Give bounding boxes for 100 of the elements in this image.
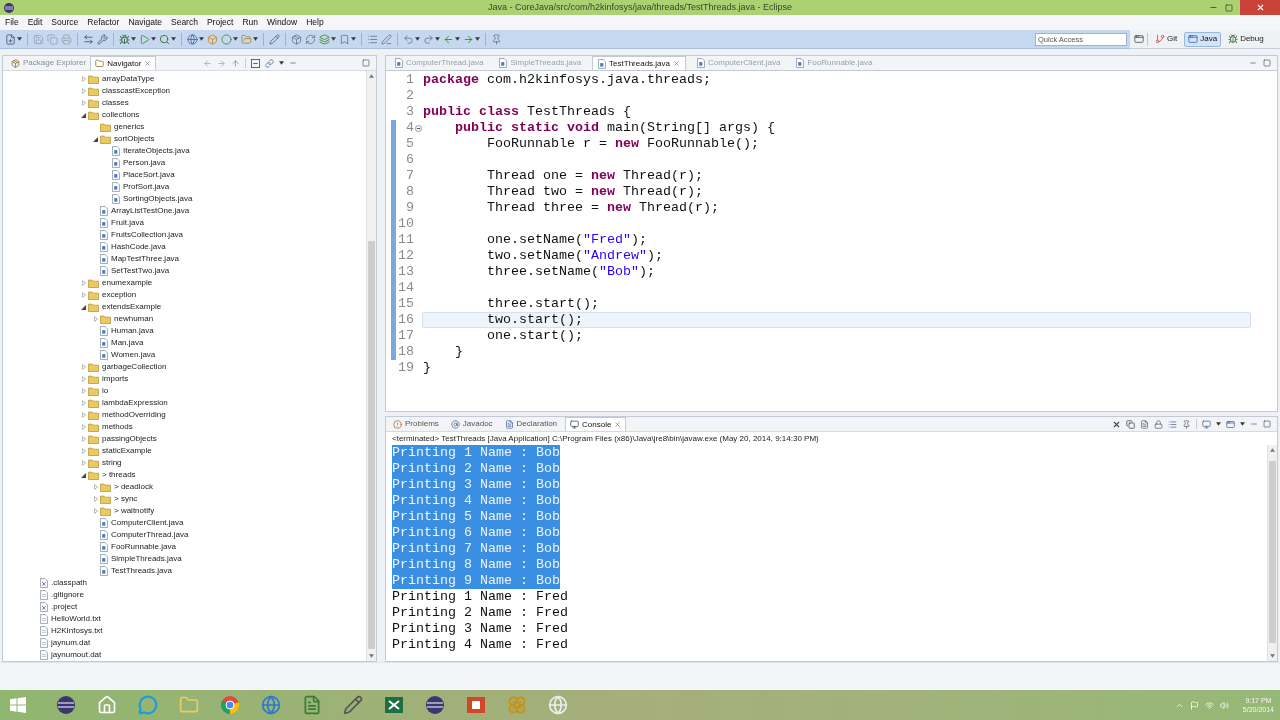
caret-icon[interactable] — [351, 37, 356, 41]
arrows-icon[interactable] — [83, 33, 94, 45]
flag-icon[interactable] — [1189, 700, 1199, 710]
forward-arrow-icon[interactable] — [217, 58, 226, 68]
tree-item[interactable]: SortingObjects.java — [112, 193, 195, 205]
tree-item[interactable]: ProfSort.java — [112, 181, 172, 193]
tree-item[interactable]: SetTestTwo.java — [100, 265, 172, 277]
globe-icon[interactable] — [187, 33, 198, 45]
tree-item[interactable]: staticExample — [88, 445, 154, 457]
tree-item[interactable]: jaynumout.dat — [40, 649, 104, 661]
menu-item[interactable]: Navigate — [127, 16, 163, 29]
editor-tab[interactable]: TestThreads.java — [592, 56, 686, 70]
tree-item[interactable]: generics — [100, 121, 147, 133]
back-arrow-icon[interactable] — [203, 58, 212, 68]
tree-item[interactable]: MapTestThree.java — [100, 253, 182, 265]
spreadsheet-icon[interactable] — [384, 695, 404, 715]
x-icon[interactable] — [1112, 419, 1121, 429]
tree-item[interactable]: Fruit.java — [100, 217, 146, 229]
tree-item[interactable]: FruitsCollection.java — [100, 229, 186, 241]
caret-icon[interactable] — [131, 37, 136, 41]
branch-icon[interactable] — [1155, 34, 1165, 44]
scrollbar-thumb[interactable] — [1269, 461, 1276, 643]
close-icon[interactable] — [614, 421, 622, 428]
file-plus-icon[interactable] — [5, 33, 16, 45]
tree-item[interactable]: enumexample — [88, 277, 155, 289]
lock-icon[interactable] — [1154, 419, 1163, 429]
presentation-icon[interactable] — [466, 695, 486, 715]
alert-icon[interactable] — [393, 419, 402, 429]
collapse-all-icon[interactable] — [251, 58, 260, 68]
tree-item[interactable]: ComputerThread.java — [100, 529, 191, 541]
tree-item[interactable]: HelloWorld.txt — [40, 613, 103, 625]
tree-item[interactable]: imports — [88, 373, 131, 385]
monitor-icon[interactable] — [570, 420, 580, 429]
tree-item[interactable]: classcastException — [88, 85, 173, 97]
tree-item[interactable]: arrayDataType — [88, 73, 157, 85]
tree-item[interactable]: .gitignore — [40, 589, 86, 601]
tree-item[interactable]: PlaceSort.java — [112, 169, 177, 181]
scrollbar[interactable] — [366, 71, 376, 661]
monitor-icon[interactable] — [1202, 419, 1211, 429]
caret-icon[interactable] — [455, 37, 460, 41]
view-tab[interactable]: Declaration — [500, 417, 562, 431]
tree-item[interactable]: SimpleThreads.java — [100, 553, 184, 565]
window-icon[interactable] — [1226, 419, 1235, 429]
sphere-logo-icon[interactable] — [425, 695, 445, 715]
start-icon[interactable] — [10, 697, 26, 713]
window-icon[interactable] — [1188, 34, 1199, 44]
pencil-icon[interactable] — [269, 33, 280, 45]
triangle-icon[interactable] — [81, 112, 86, 118]
view-tab[interactable]: Problems — [389, 417, 443, 431]
tree-item[interactable]: methods — [88, 421, 135, 433]
printer-icon[interactable] — [61, 33, 72, 45]
caret-icon[interactable] — [199, 37, 204, 41]
chat-bubble-icon[interactable] — [138, 695, 158, 715]
menu-item[interactable]: Run — [241, 16, 259, 29]
network-icon[interactable] — [1204, 700, 1214, 710]
document-icon[interactable] — [302, 695, 322, 715]
view-tab[interactable]: Console — [565, 417, 627, 431]
maximize-icon[interactable] — [1263, 59, 1271, 67]
scroll-up-icon[interactable] — [1270, 448, 1275, 452]
perspective-button[interactable]: Debug — [1224, 31, 1268, 47]
list-icon[interactable] — [1168, 419, 1177, 429]
tree-item[interactable]: garbageCollection — [88, 361, 169, 373]
tree-item[interactable]: FooRunnable.java — [100, 541, 178, 553]
tree-item[interactable]: ArrayListTestOne.java — [100, 205, 192, 217]
bug-icon[interactable] — [1228, 34, 1239, 44]
pin-icon[interactable] — [1182, 419, 1191, 429]
caret-icon[interactable] — [17, 37, 22, 41]
tree-item[interactable]: > deadlock — [100, 481, 155, 493]
tree-item[interactable]: HashCode.java — [100, 241, 168, 253]
tree-item[interactable]: Person.java — [112, 157, 168, 169]
wrench-icon[interactable] — [97, 33, 108, 45]
caret-icon[interactable] — [435, 37, 440, 41]
at-sign-icon[interactable] — [450, 419, 460, 429]
document-icon[interactable] — [1140, 419, 1149, 429]
menu-item[interactable]: Search — [170, 16, 199, 29]
perspective-button[interactable]: Java — [1184, 31, 1222, 47]
triangle-icon[interactable] — [81, 472, 86, 478]
package-icon[interactable] — [291, 33, 302, 45]
menu-item[interactable]: Window — [266, 16, 299, 29]
bug-icon[interactable] — [119, 33, 130, 45]
tree-item[interactable]: Man.java — [100, 337, 146, 349]
caret-icon[interactable] — [331, 37, 336, 41]
caret-icon[interactable] — [233, 37, 238, 41]
scroll-down-icon[interactable] — [369, 654, 374, 658]
minimize-icon[interactable] — [1250, 420, 1258, 428]
pen-icon[interactable] — [381, 33, 392, 45]
scroll-down-icon[interactable] — [1270, 654, 1275, 658]
caret-icon[interactable] — [1240, 422, 1245, 426]
tree-item[interactable]: Human.java — [100, 325, 156, 337]
tree-item[interactable]: passingObjects — [88, 433, 159, 445]
refresh-icon[interactable] — [305, 33, 316, 45]
tree-item[interactable]: IterateObjects.java — [112, 145, 192, 157]
tree-item[interactable]: ComputerClient.java — [100, 517, 186, 529]
tree-item[interactable]: sortObjects — [100, 133, 157, 145]
tree-item[interactable]: methodOverriding — [88, 409, 168, 421]
up-arrow-icon[interactable] — [231, 58, 240, 68]
scrollbar[interactable] — [1267, 445, 1277, 661]
pin-icon[interactable] — [491, 33, 502, 45]
menu-item[interactable]: Refactor — [86, 16, 121, 29]
globe-icon[interactable] — [261, 695, 281, 715]
